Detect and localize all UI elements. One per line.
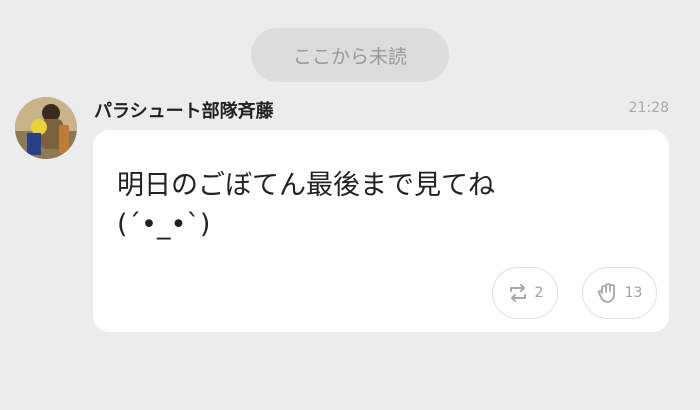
- repost-count: 2: [534, 285, 544, 301]
- sender-name[interactable]: パラシュート部隊斉藤: [94, 97, 274, 123]
- message-time: 21:28: [628, 100, 669, 116]
- unread-divider: ここから未読: [251, 28, 449, 82]
- clap-count: 13: [624, 285, 643, 301]
- unread-divider-label: ここから未読: [292, 45, 407, 68]
- clap-icon: [597, 282, 619, 304]
- repost-reaction-button[interactable]: 2: [492, 267, 558, 319]
- avatar[interactable]: [15, 97, 77, 159]
- repost-icon: [507, 283, 529, 303]
- message-text: 明日のごぼてん最後まで見てね (´•_•`): [117, 170, 495, 240]
- clap-reaction-button[interactable]: 13: [582, 267, 657, 319]
- message-bubble[interactable]: 明日のごぼてん最後まで見てね (´•_•`) 2 13: [93, 130, 669, 332]
- avatar-image: [15, 97, 77, 159]
